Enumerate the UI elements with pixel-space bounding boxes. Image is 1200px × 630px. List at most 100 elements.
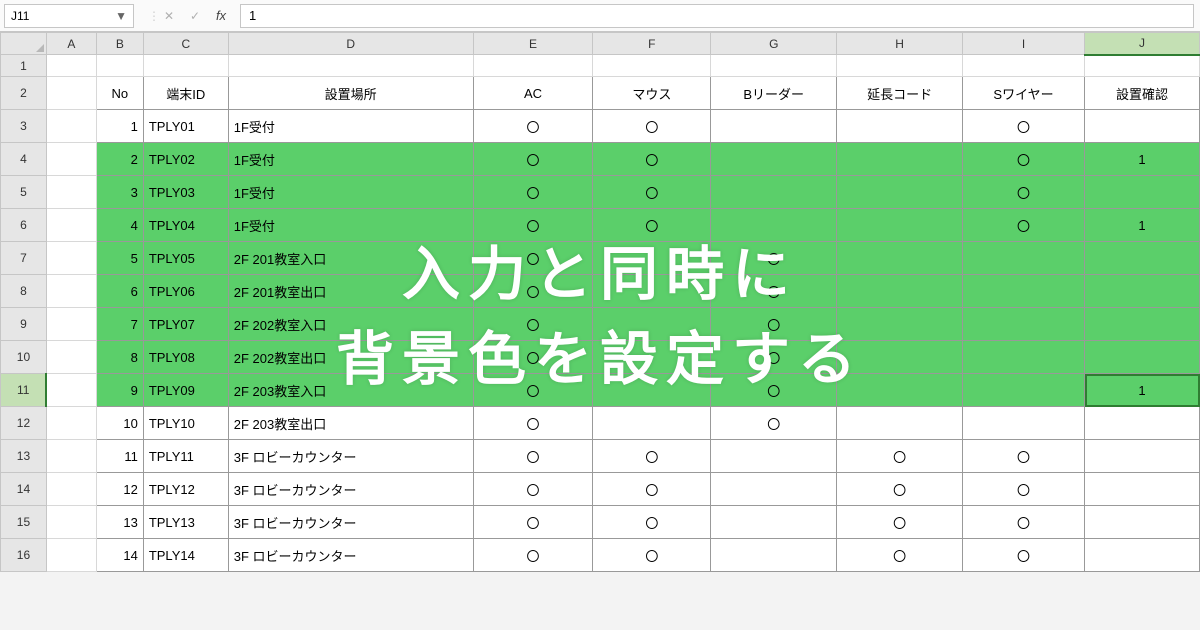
cell-empty[interactable] <box>1085 55 1200 77</box>
cell-empty[interactable] <box>46 539 96 572</box>
table-header[interactable]: 設置確認 <box>1085 77 1200 110</box>
cell-swire[interactable] <box>963 242 1085 275</box>
cell-empty[interactable] <box>46 506 96 539</box>
cell-breader[interactable] <box>711 176 837 209</box>
cell-ac[interactable]: 〇 <box>473 143 593 176</box>
table-header[interactable]: 設置場所 <box>228 77 473 110</box>
cell-no[interactable]: 2 <box>96 143 143 176</box>
cell-swire[interactable]: 〇 <box>963 143 1085 176</box>
cell-empty[interactable] <box>46 242 96 275</box>
cell-empty[interactable] <box>963 55 1085 77</box>
cell-swire[interactable]: 〇 <box>963 539 1085 572</box>
cell-breader[interactable]: 〇 <box>711 242 837 275</box>
cell-breader[interactable] <box>711 143 837 176</box>
cell-ext[interactable] <box>837 209 963 242</box>
cell-breader[interactable] <box>711 110 837 143</box>
cell-empty[interactable] <box>228 55 473 77</box>
table-header[interactable]: マウス <box>593 77 711 110</box>
name-box[interactable]: J11 ▼ <box>4 4 134 28</box>
row-header-3[interactable]: 3 <box>1 110 47 143</box>
cell-swire[interactable] <box>963 275 1085 308</box>
cell-empty[interactable] <box>46 143 96 176</box>
cell-ext[interactable] <box>837 110 963 143</box>
fx-icon[interactable]: fx <box>208 4 234 28</box>
cell-swire[interactable] <box>963 374 1085 407</box>
cell-mouse[interactable] <box>593 407 711 440</box>
cell-terminal-id[interactable]: TPLY09 <box>143 374 228 407</box>
cell-confirm[interactable] <box>1085 308 1200 341</box>
cell-ext[interactable] <box>837 341 963 374</box>
chevron-down-icon[interactable]: ▼ <box>115 9 127 23</box>
col-header-A[interactable]: A <box>46 33 96 55</box>
cell-empty[interactable] <box>143 55 228 77</box>
col-header-B[interactable]: B <box>96 33 143 55</box>
cell-place[interactable]: 3F ロビーカウンター <box>228 473 473 506</box>
row-header-1[interactable]: 1 <box>1 55 47 77</box>
formula-input[interactable]: 1 <box>240 4 1194 28</box>
cell-ac[interactable]: 〇 <box>473 539 593 572</box>
cell-no[interactable]: 14 <box>96 539 143 572</box>
cell-breader[interactable] <box>711 539 837 572</box>
row-header-15[interactable]: 15 <box>1 506 47 539</box>
cell-mouse[interactable]: 〇 <box>593 209 711 242</box>
cell-terminal-id[interactable]: TPLY14 <box>143 539 228 572</box>
cell-mouse[interactable]: 〇 <box>593 110 711 143</box>
cell-place[interactable]: 2F 203教室出口 <box>228 407 473 440</box>
cell-no[interactable]: 6 <box>96 275 143 308</box>
cell-breader[interactable] <box>711 506 837 539</box>
cell-breader[interactable] <box>711 473 837 506</box>
cell-confirm[interactable] <box>1085 275 1200 308</box>
cell-empty[interactable] <box>46 275 96 308</box>
cell-empty[interactable] <box>837 55 963 77</box>
cell-swire[interactable]: 〇 <box>963 473 1085 506</box>
cell-ac[interactable]: 〇 <box>473 407 593 440</box>
cell-empty[interactable] <box>46 209 96 242</box>
cell-no[interactable]: 3 <box>96 176 143 209</box>
cell-ext[interactable]: 〇 <box>837 539 963 572</box>
cell-breader[interactable]: 〇 <box>711 374 837 407</box>
cell-swire[interactable]: 〇 <box>963 506 1085 539</box>
cell-empty[interactable] <box>46 440 96 473</box>
row-header-10[interactable]: 10 <box>1 341 47 374</box>
col-header-E[interactable]: E <box>473 33 593 55</box>
cell-ext[interactable] <box>837 407 963 440</box>
row-header-11[interactable]: 11 <box>1 374 47 407</box>
col-header-D[interactable]: D <box>228 33 473 55</box>
cell-empty[interactable] <box>46 55 96 77</box>
table-header[interactable]: Sワイヤー <box>963 77 1085 110</box>
confirm-icon[interactable]: ✓ <box>182 4 208 28</box>
cell-ext[interactable]: 〇 <box>837 506 963 539</box>
cell-place[interactable]: 2F 202教室入口 <box>228 308 473 341</box>
cell-empty[interactable] <box>711 55 837 77</box>
cell-terminal-id[interactable]: TPLY04 <box>143 209 228 242</box>
cell-terminal-id[interactable]: TPLY06 <box>143 275 228 308</box>
row-header-5[interactable]: 5 <box>1 176 47 209</box>
cell-no[interactable]: 7 <box>96 308 143 341</box>
cell-ac[interactable]: 〇 <box>473 473 593 506</box>
cell-confirm[interactable] <box>1085 242 1200 275</box>
cell-ext[interactable] <box>837 308 963 341</box>
cancel-icon[interactable]: ✕ <box>156 4 182 28</box>
cell-terminal-id[interactable]: TPLY12 <box>143 473 228 506</box>
cell-place[interactable]: 3F ロビーカウンター <box>228 440 473 473</box>
cell-no[interactable]: 9 <box>96 374 143 407</box>
cell-confirm[interactable]: 1 <box>1085 374 1200 407</box>
select-all-corner[interactable] <box>1 33 47 55</box>
cell-ac[interactable]: 〇 <box>473 341 593 374</box>
cell-confirm[interactable] <box>1085 341 1200 374</box>
cell-breader[interactable]: 〇 <box>711 275 837 308</box>
row-header-9[interactable]: 9 <box>1 308 47 341</box>
cell-no[interactable]: 11 <box>96 440 143 473</box>
cell-terminal-id[interactable]: TPLY05 <box>143 242 228 275</box>
cell-place[interactable]: 3F ロビーカウンター <box>228 539 473 572</box>
cell-swire[interactable] <box>963 407 1085 440</box>
cell-mouse[interactable] <box>593 242 711 275</box>
cell-empty[interactable] <box>46 473 96 506</box>
table-header[interactable]: Bリーダー <box>711 77 837 110</box>
cell-mouse[interactable] <box>593 374 711 407</box>
cell-ext[interactable]: 〇 <box>837 473 963 506</box>
cell-ac[interactable]: 〇 <box>473 506 593 539</box>
cell-mouse[interactable] <box>593 308 711 341</box>
cell-terminal-id[interactable]: TPLY01 <box>143 110 228 143</box>
cell-ext[interactable] <box>837 176 963 209</box>
